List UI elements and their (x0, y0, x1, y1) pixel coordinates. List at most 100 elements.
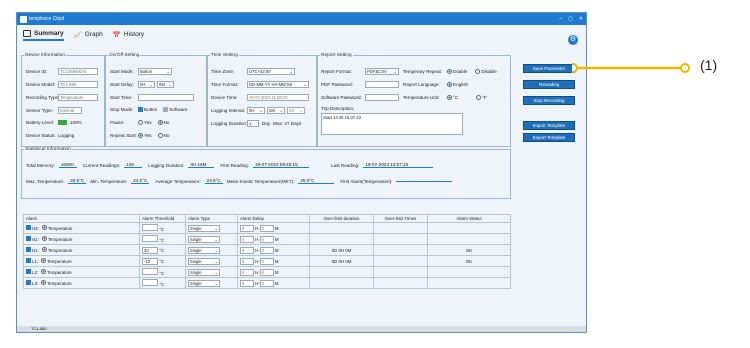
mkt-value: 25.0°C (298, 178, 335, 184)
tab-graph[interactable]: 📈 Graph (74, 30, 103, 41)
time-format-select[interactable]: DD-MM-YY HH:MM:SS ⌄ (247, 81, 309, 88)
alarm-enable-checkbox[interactable] (26, 247, 31, 252)
interval-second[interactable]: 0S ⌄ (287, 107, 305, 114)
stop-recording-button[interactable]: Stop Recording (523, 96, 575, 105)
delay-hour-input[interactable]: 0 (240, 235, 254, 243)
sensor-radio[interactable] (41, 269, 47, 274)
chevron-down-icon: ⌄ (166, 69, 170, 74)
delay-hour-input[interactable]: 0 (240, 279, 254, 287)
reloading-button[interactable]: Reloading (523, 80, 575, 89)
minimize-icon[interactable]: – (559, 16, 562, 22)
alarm-table-header: Alarm Alarm Threshold Alarm Type Alarm D… (23, 214, 511, 223)
stop-button-checkbox[interactable] (138, 107, 143, 112)
pause-no-radio[interactable] (157, 120, 163, 125)
threshold-input[interactable]: -10 (142, 257, 158, 265)
report-format-select[interactable]: PDF&CSV ⌄ (365, 68, 399, 75)
start-mode-select[interactable]: Button ⌄ (138, 68, 172, 75)
interval-hour[interactable]: 0H ⌄ (247, 107, 265, 114)
stop-software-checkbox[interactable] (163, 107, 169, 112)
maximize-icon[interactable]: ▢ (568, 16, 573, 22)
repeat-disable-radio[interactable] (475, 69, 481, 74)
alarm-type-select[interactable]: Single ⌄ (188, 268, 220, 276)
repeat-enable-radio[interactable] (447, 69, 452, 74)
history-icon: 📅 (112, 31, 121, 39)
callout-pointer (572, 63, 690, 73)
table-row: H3: Temperature °C Single ⌄ 0 H 0 M (23, 222, 511, 234)
alarm-type-select[interactable]: Single ⌄ (188, 257, 220, 265)
alarm-type-select[interactable]: Single ⌄ (188, 246, 220, 254)
start-delay-hour[interactable]: 0H ⌄ (138, 81, 155, 88)
avg-temp-value: 24.9°C (204, 178, 223, 184)
tab-history[interactable]: 📅 History (113, 30, 144, 41)
battery-level: 100% (70, 120, 82, 125)
delay-minute-input[interactable]: 0 (259, 246, 274, 254)
app-window: temptrace Cityd – ▢ ✕ Summary 📈 Graph 📅 Hist… (16, 12, 587, 333)
threshold-input[interactable]: 30 (142, 246, 158, 254)
alarm-enable-checkbox[interactable] (26, 236, 31, 241)
sensor-radio[interactable] (41, 247, 47, 252)
summary-icon (23, 30, 31, 37)
save-parameter-button[interactable]: Save Parameter (523, 64, 575, 73)
threshold-input[interactable] (142, 224, 158, 231)
delay-hour-input[interactable]: 0 (240, 224, 254, 232)
battery-icon (58, 120, 67, 125)
alarm-type-select[interactable]: Single ⌄ (188, 235, 220, 243)
delay-minute-input[interactable]: 0 (259, 257, 274, 265)
start-time-field[interactable] (138, 94, 194, 101)
import-template-button[interactable]: Import Template (523, 121, 575, 130)
table-row: L3: Temperature °C Single ⌄ 0 H 0 M (23, 277, 511, 289)
delay-minute-input[interactable]: 0 (259, 279, 274, 287)
table-row: L1: Temperature -10 °C Single ⌄ 0 H 0 M 0D 0H … (23, 255, 511, 267)
current-readings-value: 128 (124, 162, 143, 168)
sensor-radio[interactable] (41, 236, 47, 241)
start-delay-minute[interactable]: 0M ⌄ (157, 81, 174, 88)
alarm-type-select[interactable]: Single ⌄ (188, 224, 220, 232)
gear-icon[interactable]: ⚙ (568, 35, 578, 45)
repeat-no-radio[interactable] (157, 133, 163, 138)
pdf-password-field[interactable] (365, 81, 399, 88)
callout-label: (1) (700, 57, 718, 73)
software-password-field[interactable] (365, 94, 399, 101)
alarm-type-select[interactable]: Single ⌄ (188, 279, 220, 287)
language-english-radio[interactable] (447, 82, 452, 87)
alarm-enable-checkbox[interactable] (26, 280, 31, 285)
export-template-button[interactable]: Export Template (523, 133, 575, 142)
alarm-enable-checkbox[interactable] (26, 225, 31, 230)
time-setting-group: Time Setting Time Zone: UTC+02:00 ⌄ Time F… (207, 53, 317, 147)
alarm-enable-checkbox[interactable] (26, 269, 31, 274)
trip-description-textarea[interactable]: Start 13:45 15.07.23 (321, 113, 463, 135)
statistical-info-group: Statistical Information Total Memory: 160… (21, 147, 511, 199)
first-alarm-value (396, 180, 453, 182)
delay-hour-input[interactable]: 0 (240, 268, 254, 276)
interval-minute[interactable]: 2M ⌄ (267, 107, 285, 114)
sensor-radio[interactable] (41, 225, 47, 230)
logging-duration-value: 4H 16M (188, 162, 215, 168)
alarm-table: Alarm Alarm Threshold Alarm Type Alarm D… (23, 214, 511, 289)
delay-hour-input[interactable]: 0 (240, 257, 254, 265)
time-zone-select[interactable]: UTC+02:00 ⌄ (247, 68, 295, 75)
repeat-yes-radio[interactable] (138, 133, 143, 138)
sensor-type-field: Internal (58, 107, 82, 114)
delay-minute-input[interactable]: 0 (259, 235, 274, 243)
pause-yes-radio[interactable] (138, 120, 143, 125)
duration-field[interactable]: 1 (247, 120, 259, 127)
threshold-input[interactable] (142, 279, 158, 286)
threshold-input[interactable] (142, 268, 158, 275)
tab-summary[interactable]: Summary (23, 30, 64, 41)
table-row: L2: Temperature °C Single ⌄ 0 H 0 M (23, 266, 511, 278)
delay-hour-input[interactable]: 0 (240, 246, 254, 254)
delay-minute-input[interactable]: 0 (259, 268, 274, 276)
sensor-radio[interactable] (41, 258, 47, 263)
close-icon[interactable]: ✕ (579, 16, 583, 22)
app-icon (20, 15, 27, 23)
alarm-enable-checkbox[interactable] (26, 258, 31, 263)
onoff-setting-group: On/Off Setting Start Mode: Button ⌄ Start … (105, 53, 207, 147)
window-title: temptrace Cityd (29, 16, 65, 22)
sensor-radio[interactable] (41, 280, 47, 285)
last-reading-value: 19-07-2023 13:57:15 (363, 162, 434, 168)
threshold-input[interactable] (142, 235, 158, 242)
unit-celsius-radio[interactable] (447, 95, 452, 100)
delay-minute-input[interactable]: 0 (259, 224, 274, 232)
unit-fahrenheit-radio[interactable] (476, 95, 482, 100)
table-row: H1: Temperature 30 °C Single ⌄ 0 H 0 M 0D 0H 0… (23, 244, 511, 256)
